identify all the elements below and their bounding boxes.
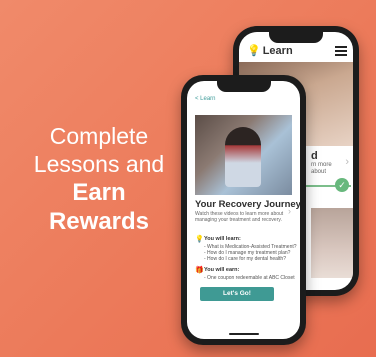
earn-section-title: You will earn: xyxy=(204,267,240,273)
phone-notch xyxy=(216,81,271,92)
page-title: Your Recovery Journey xyxy=(195,199,300,210)
chevron-right-icon[interactable]: › xyxy=(345,156,349,168)
front-phone: < Learn Your Recovery Journey Watch thes… xyxy=(181,75,306,345)
gift-icon: 🎁 xyxy=(195,267,204,274)
intro-text: Watch these videos to learn more about m… xyxy=(195,211,284,223)
headline-line-1: Complete xyxy=(49,123,149,149)
earn-item: - One coupon redeemable at ABC Closet xyxy=(204,275,295,281)
chevron-right-icon[interactable]: › xyxy=(288,206,291,216)
learn-header: 💡 Learn xyxy=(247,44,293,57)
home-indicator xyxy=(228,333,259,335)
lesson-card-title: d xyxy=(311,150,318,162)
hamburger-icon[interactable] xyxy=(335,46,347,58)
headline: Complete Lessons and Earn Rewards xyxy=(14,122,184,236)
lets-go-button[interactable]: Let's Go! xyxy=(200,287,274,301)
lightbulb-icon: 💡 xyxy=(247,45,261,57)
lesson-photo-2 xyxy=(311,208,353,278)
back-link[interactable]: < Learn xyxy=(195,96,216,102)
learn-item: - How do I care for my dental health? xyxy=(204,256,286,262)
lesson-card-subtitle: rn more about xyxy=(311,162,332,175)
checkmark-icon: ✓ xyxy=(335,178,349,192)
learn-header-title: Learn xyxy=(262,45,293,57)
lightbulb-icon: 💡 xyxy=(195,236,204,243)
headline-line-2: Lessons and xyxy=(33,151,165,177)
phone-notch xyxy=(269,32,323,43)
front-phone-screen: < Learn Your Recovery Journey Watch thes… xyxy=(187,81,300,339)
headline-line-3: Earn xyxy=(72,179,126,206)
learn-section-title: You will learn: xyxy=(204,236,241,242)
hero-photo xyxy=(195,115,292,195)
headline-line-4: Rewards xyxy=(48,208,150,235)
